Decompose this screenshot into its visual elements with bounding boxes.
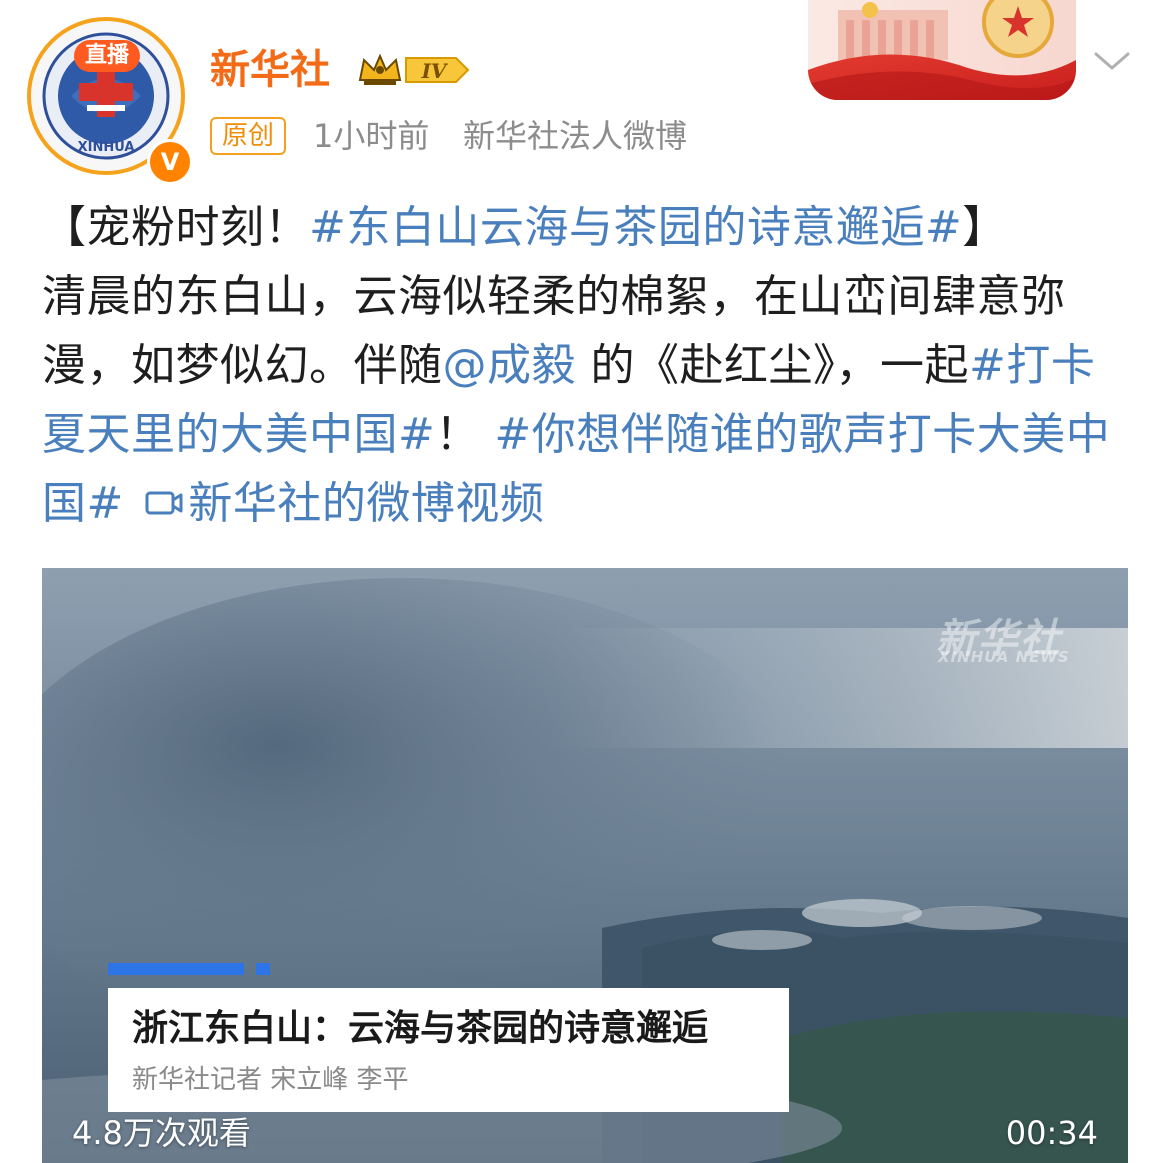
chevron-down-icon[interactable] — [1092, 48, 1132, 74]
video-caption-credit: 新华社记者 宋立峰 李平 — [132, 1065, 409, 1095]
video-camera-icon — [145, 491, 183, 515]
verified-icon: V — [147, 139, 193, 185]
post-body-text-3: ！ — [435, 409, 495, 460]
video-link[interactable]: 新华社的微博视频 — [138, 478, 544, 529]
topic-link-1[interactable]: #东白山云海与茶园的诗意邂逅# — [309, 202, 962, 253]
post-lead: 宠粉时刻！ — [86, 202, 309, 253]
header-decoration-image — [808, 0, 1076, 100]
video-caption-card: 浙江东白山：云海与茶园的诗意邂逅 新华社记者 宋立峰 李平 — [108, 988, 789, 1112]
video-player[interactable]: 新华社 XINHUA NEWS 浙江东白山：云海与茶园的诗意邂逅 新华社记者 宋… — [42, 568, 1128, 1163]
view-count: 4.8万次观看 — [72, 1114, 251, 1152]
original-tag: 原创 — [210, 117, 287, 155]
live-badge[interactable]: 直播 — [74, 40, 140, 72]
watermark-text: XINHUA NEWS — [938, 648, 1070, 666]
video-caption-title: 浙江东白山：云海与茶园的诗意邂逅 — [132, 1008, 709, 1049]
video-link-label: 新华社的微博视频 — [188, 478, 545, 529]
post-body-text-2: 的《赴红尘》，一起 — [576, 340, 969, 391]
bracket-close: 】 — [962, 202, 1007, 253]
svg-text:XINHUA: XINHUA — [78, 140, 135, 155]
vip-crown-badge[interactable]: IV — [356, 50, 472, 90]
mention-link[interactable]: @成毅 — [443, 340, 577, 391]
bracket-open: 【 — [42, 202, 87, 253]
caption-accent-bar — [108, 963, 244, 975]
username[interactable]: 新华社 — [210, 42, 330, 98]
post-source[interactable]: 新华社法人微博 — [463, 115, 687, 157]
avatar[interactable]: XINHUA 直播 V — [27, 17, 193, 185]
video-duration: 00:34 — [1005, 1114, 1098, 1152]
caption-accent-dot — [256, 963, 270, 975]
post-time: 1小时前 — [313, 117, 430, 155]
svg-text:IV: IV — [421, 59, 449, 83]
post-body: 【宠粉时刻！#东白山云海与茶园的诗意邂逅#】 清晨的东白山，云海似轻柔的棉絮，在… — [42, 193, 1132, 538]
